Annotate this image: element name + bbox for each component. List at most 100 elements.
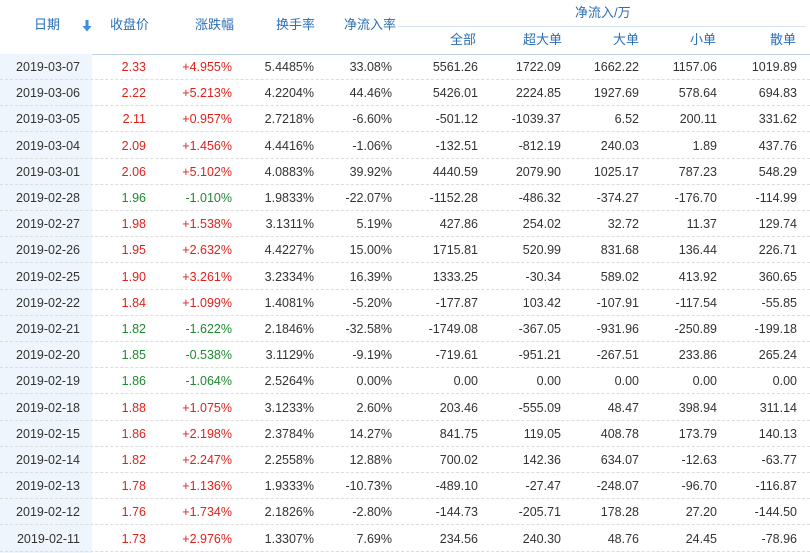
row-turnover-rate: 2.1846% [264,322,314,336]
row-net-retail: -144.50 [754,505,797,520]
row-net-xlarge: 103.42 [522,295,561,310]
table-row: 2019-03-04 2.09 +1.456% 4.4416% -1.06% -132.5… [0,133,810,159]
row-net-xlarge: 240.30 [522,531,561,546]
row-net-small: 11.37 [686,217,717,232]
row-date: 2019-03-04 [16,138,80,153]
row-net-small: 413.92 [678,269,717,284]
row-change-pct: +2.198% [182,426,232,441]
row-net-xlarge: -205.71 [518,505,561,520]
row-date: 2019-03-07 [16,60,80,74]
table-row: 2019-02-14 1.82 +2.247% 2.2558% 12.88% 700.02… [0,447,810,473]
row-close-price: 2.11 [122,112,146,127]
header-large-order[interactable]: 大单 [613,30,639,50]
row-date: 2019-03-06 [16,86,80,101]
row-close-price: 1.90 [121,269,146,284]
row-net-inflow-rate: -5.20% [352,295,392,310]
row-net-all: 841.75 [439,426,478,441]
row-turnover-rate: 3.2334% [264,269,314,284]
row-net-inflow-rate: 2.60% [356,400,392,415]
header-date[interactable]: 日期 [34,15,60,35]
row-net-all: 427.86 [439,217,478,232]
row-date: 2019-02-12 [16,505,80,520]
row-date: 2019-02-14 [16,453,80,467]
table-row: 2019-02-21 1.82 -1.622% 2.1846% -32.58% -1749… [0,316,810,342]
header-retail-order[interactable]: 散单 [770,30,796,50]
row-date: 2019-02-27 [16,217,80,232]
row-net-retail: -78.96 [761,531,797,546]
row-net-large: 0.00 [614,374,639,389]
header-close-price[interactable]: 收盘价 [110,15,149,35]
row-net-large: 240.03 [600,138,639,153]
header-change-pct[interactable]: 涨跌幅 [195,15,234,35]
row-net-large: 408.78 [600,426,639,441]
row-net-all: -144.73 [435,505,478,520]
row-net-small: -176.70 [674,191,717,205]
row-net-all: 4440.59 [432,164,478,179]
row-net-inflow-rate: 16.39% [349,269,392,284]
row-change-pct: -1.622% [185,322,232,336]
row-net-retail: -199.18 [754,322,797,336]
row-net-small: 1157.06 [672,60,717,74]
table-row: 2019-02-19 1.86 -1.064% 2.5264% 0.00% 0.00 0.0… [0,368,810,395]
row-net-inflow-rate: 33.08% [349,60,392,74]
row-net-large: -374.27 [596,191,639,205]
header-xlarge-order[interactable]: 超大单 [523,30,562,50]
row-net-inflow-rate: 7.69% [356,531,392,546]
row-net-all: 0.00 [453,374,478,389]
fund-flow-table: 日期 收盘价 涨跌幅 换手率 净流入率 净流入/万 全部 超大单 大单 小单 散… [0,0,810,553]
row-net-inflow-rate: -1.06% [352,138,392,153]
row-net-small: -12.63 [681,453,717,467]
row-net-large: 32.72 [607,217,639,232]
row-net-xlarge: 1722.09 [515,60,561,74]
row-net-xlarge: 119.05 [523,426,561,441]
row-net-small: 136.44 [678,243,717,258]
row-change-pct: -1.010% [185,191,232,205]
row-turnover-rate: 1.3307% [264,531,314,546]
row-close-price: 1.86 [121,374,146,389]
row-net-xlarge: -30.34 [525,269,561,284]
row-turnover-rate: 1.4081% [264,295,314,310]
row-net-small: 0.00 [692,374,717,389]
row-net-xlarge: 142.36 [522,453,561,467]
row-net-retail: 311.14 [759,400,797,415]
row-close-price: 1.86 [121,426,146,441]
header-turnover-rate[interactable]: 换手率 [276,15,315,35]
row-net-large: 634.07 [600,453,639,467]
header-net-inflow-rate[interactable]: 净流入率 [344,15,396,35]
row-close-price: 1.84 [121,295,146,310]
row-net-xlarge: 0.00 [536,374,561,389]
row-net-inflow-rate: -32.58% [345,322,392,336]
row-net-retail: 548.29 [758,164,797,179]
row-change-pct: -1.064% [185,374,232,389]
row-net-all: -489.10 [435,479,478,494]
row-net-small: 24.45 [685,531,717,546]
row-turnover-rate: 2.1826% [264,505,314,520]
header-all[interactable]: 全部 [450,30,476,50]
row-net-retail: -63.77 [761,453,797,467]
row-net-large: 6.52 [614,112,639,127]
row-net-large: 48.47 [607,400,639,415]
row-turnover-rate: 2.3784% [264,426,314,441]
row-net-inflow-rate: -10.73% [345,479,392,494]
row-turnover-rate: 4.0883% [264,164,314,179]
row-close-price: 1.95 [121,243,146,258]
table-row: 2019-03-06 2.22 +5.213% 4.2204% 44.46% 5426.0… [0,80,810,107]
row-date: 2019-02-26 [16,243,80,258]
row-net-retail: -116.87 [755,479,797,494]
table-row: 2019-02-12 1.76 +1.734% 2.1826% -2.80% -144.7… [0,499,810,526]
row-close-price: 2.09 [121,138,146,153]
row-change-pct: -0.538% [185,348,232,363]
row-net-small: 173.79 [678,426,717,441]
row-change-pct: +1.099% [182,295,232,310]
row-close-price: 1.76 [121,505,146,520]
header-small-order[interactable]: 小单 [690,30,716,50]
table-row: 2019-02-28 1.96 -1.010% 1.9833% -22.07% -1152… [0,185,810,211]
row-close-price: 2.22 [121,86,146,101]
row-turnover-rate: 3.1311% [265,217,314,232]
row-date: 2019-02-20 [16,348,80,363]
row-turnover-rate: 1.9333% [264,479,314,494]
row-date: 2019-02-28 [16,191,80,205]
row-net-retail: 437.76 [758,138,797,153]
row-net-small: -117.54 [675,295,717,310]
sort-desc-icon[interactable] [82,15,92,35]
